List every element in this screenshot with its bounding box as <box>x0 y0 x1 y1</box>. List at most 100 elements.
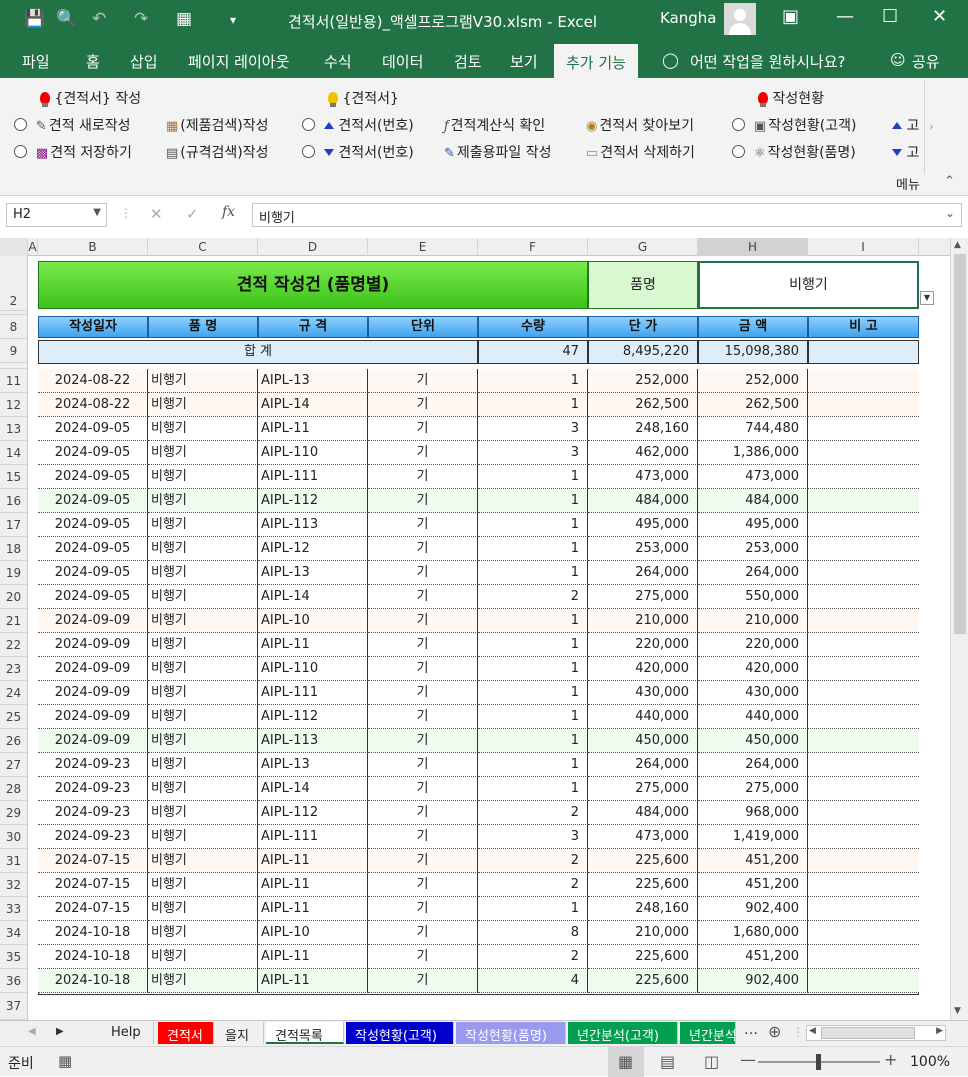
product-cell[interactable]: 비행기 <box>148 753 258 777</box>
column-title[interactable]: 품 명 <box>148 316 258 338</box>
unit-cell[interactable]: 기 <box>368 489 478 513</box>
note-cell[interactable] <box>808 489 919 513</box>
qty-cell[interactable]: 1 <box>478 465 588 489</box>
date-cell[interactable]: 2024-09-23 <box>38 825 148 849</box>
amount-cell[interactable]: 473,000 <box>698 465 808 489</box>
product-cell[interactable]: 비행기 <box>148 777 258 801</box>
product-cell[interactable]: 비행기 <box>148 393 258 417</box>
sheet-tab[interactable]: 년간분석 <box>680 1022 736 1044</box>
total-note[interactable] <box>808 340 919 364</box>
spec-cell[interactable]: AIPL-13 <box>258 369 368 393</box>
spec-cell[interactable]: AIPL-11 <box>258 945 368 969</box>
unit-cell[interactable]: 기 <box>368 849 478 873</box>
product-cell[interactable]: 비행기 <box>148 465 258 489</box>
unit-price-cell[interactable]: 225,600 <box>588 873 698 897</box>
note-cell[interactable] <box>808 633 919 657</box>
qty-cell[interactable]: 1 <box>478 513 588 537</box>
unit-price-cell[interactable]: 450,000 <box>588 729 698 753</box>
row-header[interactable]: 34 <box>0 921 28 945</box>
unit-cell[interactable]: 기 <box>368 705 478 729</box>
total-amount[interactable]: 15,098,380 <box>698 340 808 364</box>
total-qty[interactable]: 47 <box>478 340 588 364</box>
redo-icon[interactable]: ↷ <box>134 9 148 29</box>
sheet-tab[interactable]: 견적서 <box>158 1022 214 1044</box>
date-cell[interactable]: 2024-09-05 <box>38 513 148 537</box>
ribbon-display-icon[interactable]: ▣ <box>782 6 799 27</box>
unit-price-cell[interactable]: 262,500 <box>588 393 698 417</box>
tab-scroll-left-icon[interactable]: ◀ <box>28 1026 36 1037</box>
unit-cell[interactable]: 기 <box>368 585 478 609</box>
insert-function-icon[interactable]: fx <box>222 204 235 220</box>
amount-cell[interactable]: 968,000 <box>698 801 808 825</box>
radio-icon[interactable] <box>302 145 315 158</box>
date-cell[interactable]: 2024-09-09 <box>38 657 148 681</box>
date-cell[interactable]: 2024-09-23 <box>38 753 148 777</box>
column-header-a[interactable]: A <box>28 238 38 256</box>
spec-cell[interactable]: AIPL-110 <box>258 657 368 681</box>
unit-price-cell[interactable]: 253,000 <box>588 537 698 561</box>
date-cell[interactable]: 2024-09-05 <box>38 561 148 585</box>
unit-cell[interactable]: 기 <box>368 945 478 969</box>
zoom-slider-thumb[interactable] <box>816 1054 821 1070</box>
unit-price-cell[interactable]: 462,000 <box>588 441 698 465</box>
row-header[interactable]: 22 <box>0 633 28 657</box>
note-cell[interactable] <box>808 969 919 993</box>
unit-price-cell[interactable]: 484,000 <box>588 801 698 825</box>
unit-cell[interactable]: 기 <box>368 681 478 705</box>
date-cell[interactable]: 2024-09-05 <box>38 537 148 561</box>
spec-cell[interactable]: AIPL-112 <box>258 489 368 513</box>
scroll-left-icon[interactable]: ◀ <box>809 1026 816 1036</box>
column-header-i[interactable]: I <box>808 238 919 256</box>
share-button[interactable]: 공유 <box>912 51 940 72</box>
unit-price-cell[interactable]: 210,000 <box>588 921 698 945</box>
qty-cell[interactable]: 1 <box>478 753 588 777</box>
amount-cell[interactable]: 253,000 <box>698 537 808 561</box>
product-cell[interactable]: 비행기 <box>148 801 258 825</box>
save-icon[interactable]: 💾 <box>24 9 45 29</box>
radio-icon[interactable] <box>302 118 315 131</box>
row-header[interactable]: 25 <box>0 705 28 729</box>
note-cell[interactable] <box>808 369 919 393</box>
unit-cell[interactable]: 기 <box>368 969 478 993</box>
unit-price-cell[interactable]: 275,000 <box>588 777 698 801</box>
amount-cell[interactable]: 252,000 <box>698 369 808 393</box>
table-icon[interactable]: ▦ <box>176 9 192 29</box>
unit-cell[interactable]: 기 <box>368 897 478 921</box>
sheet-tab[interactable]: 년간분석(고객) <box>568 1022 678 1044</box>
page-break-view-icon[interactable]: ◫ <box>704 1052 719 1071</box>
column-title[interactable]: 금 액 <box>698 316 808 338</box>
column-header-c[interactable]: C <box>148 238 258 256</box>
unit-price-cell[interactable]: 473,000 <box>588 465 698 489</box>
amount-cell[interactable]: 275,000 <box>698 777 808 801</box>
spec-cell[interactable]: AIPL-14 <box>258 585 368 609</box>
spec-cell[interactable]: AIPL-113 <box>258 729 368 753</box>
date-cell[interactable]: 2024-09-09 <box>38 681 148 705</box>
row-header[interactable]: 37 <box>0 993 28 1020</box>
note-cell[interactable] <box>808 897 919 921</box>
save-quote-button[interactable]: ▩ 견적 저장하기 <box>14 142 132 162</box>
formula-input[interactable]: 비행기 ⌄ <box>252 203 962 227</box>
product-cell[interactable]: 비행기 <box>148 633 258 657</box>
amount-cell[interactable]: 264,000 <box>698 753 808 777</box>
formula-check-button[interactable]: ƒ 견적계산식 확인 <box>444 115 545 135</box>
row-header[interactable]: 9 <box>0 339 28 363</box>
row-header[interactable]: 11 <box>0 369 28 393</box>
product-cell[interactable]: 비행기 <box>148 561 258 585</box>
spec-cell[interactable]: AIPL-11 <box>258 897 368 921</box>
amount-cell[interactable]: 430,000 <box>698 681 808 705</box>
unit-cell[interactable]: 기 <box>368 921 478 945</box>
status-customer-button[interactable]: ▣ 작성현황(고객) <box>732 115 856 135</box>
note-cell[interactable] <box>808 753 919 777</box>
user-name[interactable]: Kangha <box>660 9 717 27</box>
qty-cell[interactable]: 1 <box>478 777 588 801</box>
unit-cell[interactable]: 기 <box>368 537 478 561</box>
chevron-down-icon[interactable]: ⌄ <box>945 206 955 220</box>
column-header-f[interactable]: F <box>478 238 588 256</box>
column-title[interactable]: 작성일자 <box>38 316 148 338</box>
product-cell[interactable]: 비행기 <box>148 657 258 681</box>
scrollbar-thumb[interactable] <box>821 1027 915 1039</box>
enter-icon[interactable]: ✓ <box>186 205 199 223</box>
column-header-b[interactable]: B <box>38 238 148 256</box>
tab-insert[interactable]: 삽입 <box>130 51 158 72</box>
note-cell[interactable] <box>808 681 919 705</box>
